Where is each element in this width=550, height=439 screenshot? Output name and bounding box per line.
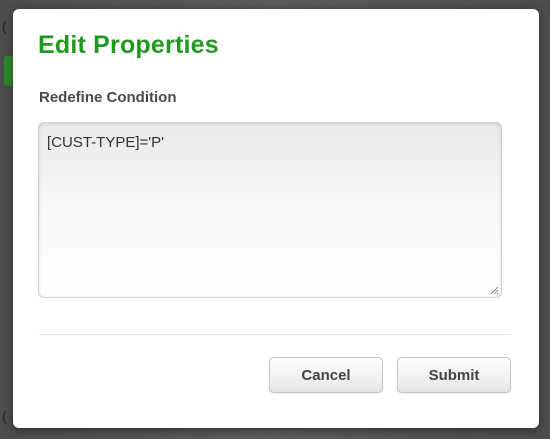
dialog-title: Edit Properties [38, 31, 219, 59]
background-text-fragment: ( [2, 18, 7, 34]
cancel-button[interactable]: Cancel [269, 357, 383, 393]
resize-handle-icon[interactable] [489, 285, 499, 295]
condition-textarea[interactable]: [CUST-TYPE]='P' [38, 122, 502, 298]
condition-textarea-value: [CUST-TYPE]='P' [47, 134, 165, 151]
redefine-condition-label: Redefine Condition [39, 89, 177, 106]
edit-properties-dialog: Edit Properties Redefine Condition [CUST… [13, 9, 539, 428]
background-text-fragment: ( [2, 408, 7, 424]
submit-button[interactable]: Submit [397, 357, 511, 393]
dialog-divider [39, 334, 511, 335]
